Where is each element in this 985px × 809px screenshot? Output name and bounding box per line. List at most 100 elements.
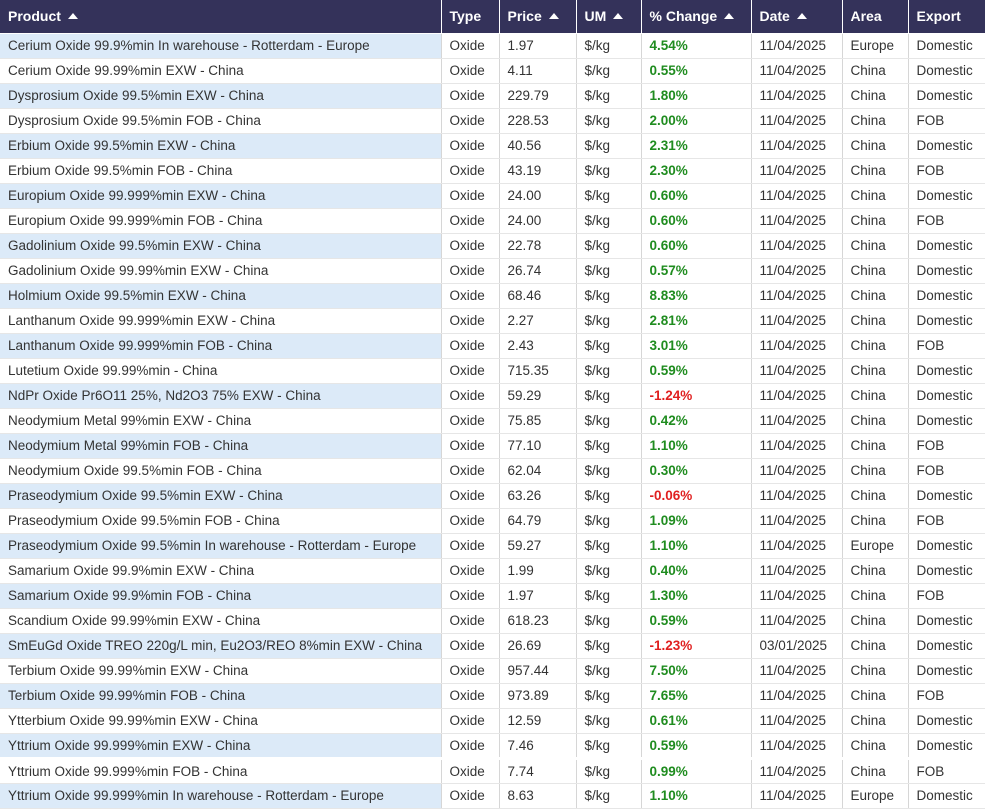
cell-change: 1.09% bbox=[641, 508, 752, 534]
cell-product[interactable]: Samarium Oxide 99.9%min FOB - China bbox=[0, 583, 442, 609]
cell-area: China bbox=[842, 83, 909, 109]
cell-export: Domestic bbox=[908, 408, 985, 434]
cell-product[interactable]: Gadolinium Oxide 99.5%min EXW - China bbox=[0, 233, 442, 259]
cell-product[interactable]: Europium Oxide 99.999%min EXW - China bbox=[0, 183, 442, 209]
column-header-product[interactable]: Product bbox=[0, 0, 442, 34]
column-header-change[interactable]: % Change bbox=[641, 0, 752, 34]
cell-export: FOB bbox=[908, 433, 985, 459]
table-row: Lanthanum Oxide 99.999%min EXW - China Ox… bbox=[0, 308, 985, 334]
cell-type: Oxide bbox=[441, 83, 500, 109]
cell-product[interactable]: Yttrium Oxide 99.999%min EXW - China bbox=[0, 733, 442, 759]
cell-area: China bbox=[842, 383, 909, 409]
cell-area: China bbox=[842, 433, 909, 459]
cell-area: China bbox=[842, 133, 909, 159]
cell-type: Oxide bbox=[441, 383, 500, 409]
cell-product[interactable]: NdPr Oxide Pr6O11 25%, Nd2O3 75% EXW - C… bbox=[0, 383, 442, 409]
cell-date: 11/04/2025 bbox=[751, 283, 843, 309]
cell-export: FOB bbox=[908, 333, 985, 359]
cell-product[interactable]: Holmium Oxide 99.5%min EXW - China bbox=[0, 283, 442, 309]
cell-um: $/kg bbox=[576, 508, 642, 534]
cell-change: 4.54% bbox=[641, 33, 752, 59]
cell-product[interactable]: Yttrium Oxide 99.999%min FOB - China bbox=[0, 756, 442, 784]
cell-type: Oxide bbox=[441, 58, 500, 84]
cell-product[interactable]: Praseodymium Oxide 99.5%min In warehouse… bbox=[0, 533, 442, 559]
column-header-type[interactable]: Type bbox=[441, 0, 500, 34]
cell-area: China bbox=[842, 283, 909, 309]
cell-product[interactable]: Praseodymium Oxide 99.5%min EXW - China bbox=[0, 483, 442, 509]
cell-date: 11/04/2025 bbox=[751, 58, 843, 84]
sort-ascending-icon bbox=[67, 13, 78, 20]
cell-product[interactable]: Praseodymium Oxide 99.5%min FOB - China bbox=[0, 508, 442, 534]
table-row: Samarium Oxide 99.9%min EXW - China Oxide… bbox=[0, 558, 985, 584]
cell-product[interactable]: Dysprosium Oxide 99.5%min FOB - China bbox=[0, 108, 442, 134]
cell-export: Domestic bbox=[908, 183, 985, 209]
cell-price: 64.79 bbox=[499, 508, 577, 534]
cell-price: 22.78 bbox=[499, 233, 577, 259]
column-header-area[interactable]: Area bbox=[842, 0, 909, 34]
cell-export: Domestic bbox=[908, 783, 985, 809]
cell-date: 11/04/2025 bbox=[751, 333, 843, 359]
cell-um: $/kg bbox=[576, 233, 642, 259]
cell-um: $/kg bbox=[576, 208, 642, 234]
cell-area: China bbox=[842, 158, 909, 184]
cell-price: 75.85 bbox=[499, 408, 577, 434]
cell-um: $/kg bbox=[576, 708, 642, 734]
cell-export: Domestic bbox=[908, 558, 985, 584]
cell-product[interactable]: Neodymium Oxide 99.5%min FOB - China bbox=[0, 458, 442, 484]
column-header-um[interactable]: UM bbox=[576, 0, 642, 34]
cell-um: $/kg bbox=[576, 408, 642, 434]
cell-um: $/kg bbox=[576, 558, 642, 584]
cell-change: 0.55% bbox=[641, 58, 752, 84]
table-row: Neodymium Metal 99%min EXW - China Oxide 7… bbox=[0, 408, 985, 434]
cell-um: $/kg bbox=[576, 333, 642, 359]
column-header-price[interactable]: Price bbox=[499, 0, 577, 34]
cell-product[interactable]: Yttrium Oxide 99.999%min In warehouse - … bbox=[0, 783, 442, 809]
cell-product[interactable]: Samarium Oxide 99.9%min EXW - China bbox=[0, 558, 442, 584]
cell-product[interactable]: Cerium Oxide 99.9%min In warehouse - Rot… bbox=[0, 33, 442, 59]
cell-um: $/kg bbox=[576, 283, 642, 309]
cell-product[interactable]: Lanthanum Oxide 99.999%min FOB - China bbox=[0, 333, 442, 359]
cell-date: 11/04/2025 bbox=[751, 358, 843, 384]
cell-type: Oxide bbox=[441, 733, 500, 759]
cell-type: Oxide bbox=[441, 783, 500, 809]
cell-product[interactable]: Lutetium Oxide 99.99%min - China bbox=[0, 358, 442, 384]
cell-change: 0.60% bbox=[641, 183, 752, 209]
column-header-export[interactable]: Export bbox=[908, 0, 985, 34]
cell-export: FOB bbox=[908, 208, 985, 234]
table-row: Praseodymium Oxide 99.5%min FOB - China O… bbox=[0, 508, 985, 534]
cell-type: Oxide bbox=[441, 633, 500, 659]
cell-export: Domestic bbox=[908, 383, 985, 409]
cell-product[interactable]: Gadolinium Oxide 99.99%min EXW - China bbox=[0, 258, 442, 284]
cell-price: 43.19 bbox=[499, 158, 577, 184]
cell-date: 11/04/2025 bbox=[751, 708, 843, 734]
cell-type: Oxide bbox=[441, 558, 500, 584]
cell-export: FOB bbox=[908, 108, 985, 134]
table-row: Samarium Oxide 99.9%min FOB - China Oxide… bbox=[0, 583, 985, 609]
cell-product[interactable]: Europium Oxide 99.999%min FOB - China bbox=[0, 208, 442, 234]
cell-date: 11/04/2025 bbox=[751, 108, 843, 134]
cell-product[interactable]: Neodymium Metal 99%min EXW - China bbox=[0, 408, 442, 434]
cell-product[interactable]: Terbium Oxide 99.99%min FOB - China bbox=[0, 683, 442, 709]
cell-date: 11/04/2025 bbox=[751, 308, 843, 334]
cell-change: 0.59% bbox=[641, 358, 752, 384]
cell-product[interactable]: Scandium Oxide 99.99%min EXW - China bbox=[0, 608, 442, 634]
cell-change: 2.30% bbox=[641, 158, 752, 184]
cell-area: Europe bbox=[842, 33, 909, 59]
cell-product[interactable]: Lanthanum Oxide 99.999%min EXW - China bbox=[0, 308, 442, 334]
cell-product[interactable]: Erbium Oxide 99.5%min FOB - China bbox=[0, 158, 442, 184]
cell-product[interactable]: Erbium Oxide 99.5%min EXW - China bbox=[0, 133, 442, 159]
cell-change: 0.59% bbox=[641, 733, 752, 759]
column-header-date[interactable]: Date bbox=[751, 0, 843, 34]
cell-product[interactable]: SmEuGd Oxide TREO 220g/L min, Eu2O3/REO … bbox=[0, 633, 442, 659]
cell-um: $/kg bbox=[576, 108, 642, 134]
cell-product[interactable]: Cerium Oxide 99.99%min EXW - China bbox=[0, 58, 442, 84]
cell-date: 11/04/2025 bbox=[751, 183, 843, 209]
cell-product[interactable]: Ytterbium Oxide 99.99%min EXW - China bbox=[0, 708, 442, 734]
column-header-label: Date bbox=[759, 8, 790, 25]
cell-product[interactable]: Neodymium Metal 99%min FOB - China bbox=[0, 433, 442, 459]
cell-area: China bbox=[842, 333, 909, 359]
cell-um: $/kg bbox=[576, 58, 642, 84]
cell-price: 59.27 bbox=[499, 533, 577, 559]
cell-product[interactable]: Terbium Oxide 99.99%min EXW - China bbox=[0, 658, 442, 684]
cell-product[interactable]: Dysprosium Oxide 99.5%min EXW - China bbox=[0, 83, 442, 109]
